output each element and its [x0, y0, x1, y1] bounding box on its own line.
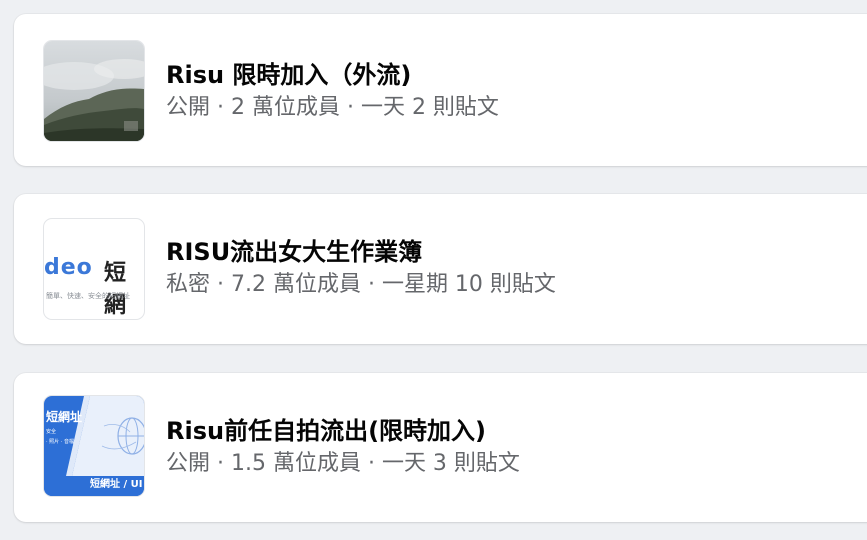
group-info: Risu前任自拍流出(限時加入) 公開 · 1.5 萬位成員 · 一天 3 則貼… [166, 415, 520, 479]
group-results-list: Risu 限時加入（外流) 公開 · 2 萬位成員 · 一天 2 則貼文 deo… [0, 0, 867, 540]
group-name[interactable]: Risu 限時加入（外流) [166, 59, 499, 91]
group-card[interactable]: deo 短網 簡單、快速、安全的短網址 RISU流出女大生作業簿 私密 · 7.… [14, 194, 867, 344]
thumb-subtitle: 簡單、快速、安全的短網址 [46, 292, 130, 300]
group-card[interactable]: Risu 限時加入（外流) 公開 · 2 萬位成員 · 一天 2 則貼文 [14, 14, 867, 166]
group-name[interactable]: Risu前任自拍流出(限時加入) [166, 415, 520, 447]
mountain-photo-image [44, 41, 144, 141]
thumb-footer: 短網址 / UI [90, 479, 143, 490]
group-info: Risu 限時加入（外流) 公開 · 2 萬位成員 · 一天 2 則貼文 [166, 59, 499, 123]
thumb-title: 短網址 [46, 410, 83, 424]
group-name[interactable]: RISU流出女大生作業簿 [166, 236, 556, 268]
group-meta: 公開 · 1.5 萬位成員 · 一天 3 則貼文 [166, 451, 520, 476]
group-thumbnail-blue-banner[interactable]: 短網址 安全 · 照片 · 音檔 短網址 / UI [43, 395, 145, 497]
group-thumbnail-short-url[interactable]: deo 短網 簡單、快速、安全的短網址 [43, 218, 145, 320]
group-thumbnail-mountain[interactable] [43, 40, 145, 142]
thumb-line: 安全 [46, 429, 57, 435]
group-meta: 私密 · 7.2 萬位成員 · 一星期 10 則貼文 [166, 272, 556, 297]
short-url-banner-image: deo 短網 簡單、快速、安全的短網址 [44, 219, 144, 319]
group-meta: 公開 · 2 萬位成員 · 一天 2 則貼文 [166, 95, 499, 120]
thumb-line: · 照片 · 音檔 [46, 439, 74, 445]
thumb-han: 短網 [104, 261, 127, 318]
thumb-word: deo [44, 255, 93, 280]
group-info: RISU流出女大生作業簿 私密 · 7.2 萬位成員 · 一星期 10 則貼文 [166, 236, 556, 300]
blue-banner-image: 短網址 安全 · 照片 · 音檔 短網址 / UI [44, 396, 144, 496]
group-card[interactable]: 短網址 安全 · 照片 · 音檔 短網址 / UI Risu前任自拍流出(限時加… [14, 373, 867, 522]
